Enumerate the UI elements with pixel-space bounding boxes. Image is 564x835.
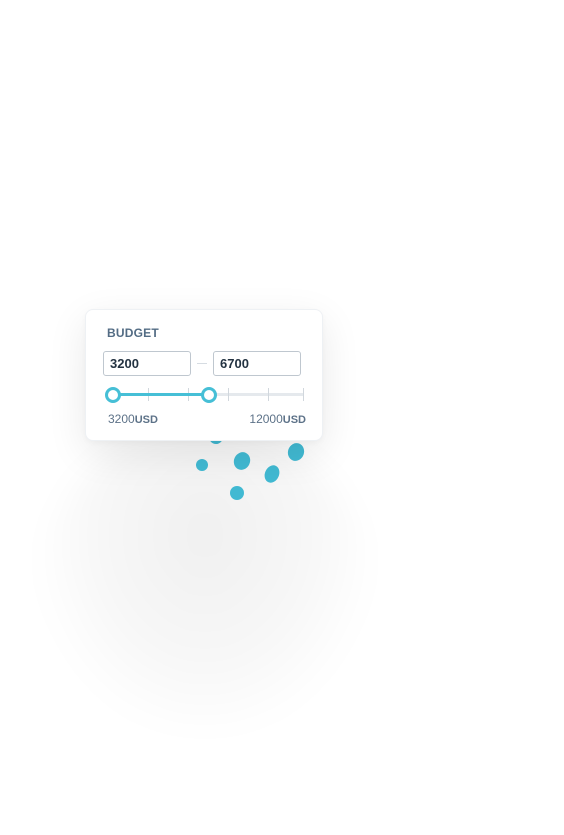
decorative-dot xyxy=(287,443,305,461)
page: BUDGET 3200USD 12000USD xyxy=(0,0,564,835)
range-max-label: 12000USD xyxy=(249,412,306,426)
budget-card: BUDGET 3200USD 12000USD xyxy=(85,309,323,441)
decorative-dot xyxy=(196,459,208,471)
decorative-dot xyxy=(233,452,251,470)
range-max-unit: USD xyxy=(282,414,306,426)
range-min-unit: USD xyxy=(134,414,158,426)
slider-tick xyxy=(268,388,269,401)
range-min-value: 3200 xyxy=(108,412,135,426)
range-max-value: 12000 xyxy=(249,412,283,426)
budget-title: BUDGET xyxy=(107,326,159,340)
slider-tick xyxy=(303,388,304,401)
decorative-dot xyxy=(230,486,244,500)
slider-lower-handle[interactable] xyxy=(105,387,121,403)
budget-range-slider[interactable] xyxy=(104,385,304,405)
range-separator xyxy=(197,363,207,364)
slider-fill xyxy=(112,393,208,396)
slider-upper-handle[interactable] xyxy=(201,387,217,403)
background-shadow xyxy=(40,430,370,730)
budget-min-input[interactable] xyxy=(103,351,191,376)
decorative-dot xyxy=(264,465,280,483)
budget-max-input[interactable] xyxy=(213,351,301,376)
range-min-label: 3200USD xyxy=(108,412,158,426)
slider-tick xyxy=(228,388,229,401)
